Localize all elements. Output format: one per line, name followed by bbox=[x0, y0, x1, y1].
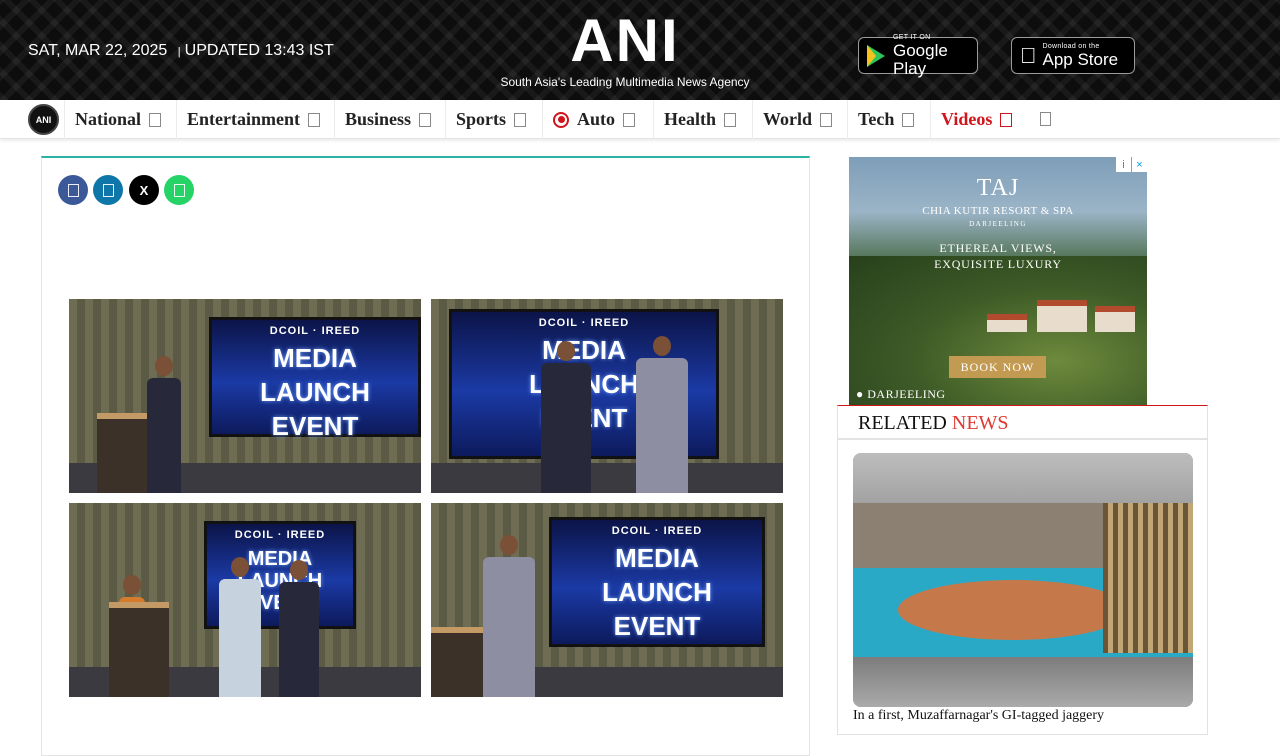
ad-close-icon[interactable]: × bbox=[1132, 157, 1147, 172]
nav-item-auto[interactable]: Auto bbox=[542, 100, 654, 139]
ad-place: DARJEELING bbox=[969, 220, 1027, 228]
chevron-down-icon[interactable] bbox=[724, 112, 736, 127]
nav-label: Health bbox=[664, 109, 716, 129]
related-news-link[interactable]: In a first, Muzaffarnagar's GI-tagged ja… bbox=[853, 708, 1193, 724]
date-line: SAT, MAR 22, 2025 | UPDATED 13:43 IST bbox=[28, 42, 334, 60]
chevron-down-icon[interactable] bbox=[149, 112, 162, 127]
current-date: SAT, MAR 22, 2025 bbox=[28, 42, 168, 59]
chevron-down-icon[interactable] bbox=[1000, 112, 1013, 127]
article-photo-collage[interactable]: DCOIL · IREED MEDIA LAUNCH EVENT DCOIL ·… bbox=[69, 299, 783, 697]
person-figure bbox=[541, 341, 591, 493]
ad-book-now-button[interactable]: BOOK NOW bbox=[949, 356, 1046, 378]
updated-time: UPDATED 13:43 IST bbox=[184, 42, 334, 59]
person-figure bbox=[219, 557, 261, 697]
related-news-panel: RELATED NEWS In a first, Muzaffarnagar's… bbox=[837, 405, 1208, 735]
ad-location-label: DARJEELING bbox=[867, 387, 946, 401]
more-menu-icon[interactable] bbox=[1040, 112, 1051, 126]
logo-text[interactable]: ANI bbox=[490, 8, 760, 74]
nav-item-tech[interactable]: Tech bbox=[847, 100, 931, 139]
nav-label: Business bbox=[345, 109, 412, 129]
chevron-down-icon[interactable] bbox=[514, 112, 527, 127]
screen-headline: LAUNCH bbox=[602, 577, 712, 607]
person-figure bbox=[483, 535, 535, 697]
speaker-figure bbox=[147, 356, 181, 493]
nav-item-entertainment[interactable]: Entertainment bbox=[176, 100, 335, 139]
podium bbox=[109, 602, 169, 697]
collage-photo-2: DCOIL · IREED MEDIA LAUNCH EVENT bbox=[431, 299, 783, 493]
advertisement[interactable]: TAJ CHIA KUTIR RESORT & SPA DARJEELING E… bbox=[849, 157, 1147, 406]
nav-item-videos[interactable]: Videos bbox=[930, 100, 1022, 139]
nav-label: National bbox=[75, 109, 142, 129]
google-play-button[interactable]: GET IT ON Google Play bbox=[858, 34, 978, 77]
whatsapp-icon bbox=[173, 183, 185, 197]
google-play-icon bbox=[867, 44, 885, 67]
nav-item-national[interactable]: National bbox=[64, 100, 177, 139]
x-icon: X bbox=[139, 182, 149, 198]
chevron-down-icon[interactable] bbox=[419, 112, 432, 127]
nav-label: Sports bbox=[456, 109, 507, 129]
ad-brand: TAJ bbox=[976, 175, 1020, 201]
facebook-share-button[interactable] bbox=[58, 175, 88, 205]
logo-tagline: South Asia's Leading Multimedia News Age… bbox=[500, 75, 750, 89]
screen-headline: LAUNCH bbox=[260, 377, 370, 407]
screen-headline: MEDIA bbox=[615, 543, 699, 573]
linkedin-share-button[interactable] bbox=[93, 175, 123, 205]
event-screen: DCOIL · IREED MEDIA LAUNCH EVENT bbox=[209, 317, 421, 441]
ad-location: ● DARJEELING bbox=[856, 387, 946, 402]
nav-item-sports[interactable]: Sports bbox=[445, 100, 543, 139]
related-news-image[interactable] bbox=[853, 453, 1193, 707]
ad-resort-name: CHIA KUTIR RESORT & SPA bbox=[922, 205, 1074, 217]
app-store-label: App Store bbox=[1026, 49, 1119, 69]
collage-photo-1: DCOIL · IREED MEDIA LAUNCH EVENT bbox=[69, 299, 421, 493]
nav-item-business[interactable]: Business bbox=[334, 100, 446, 139]
x-share-button[interactable]: X bbox=[129, 175, 159, 205]
nav-label: Entertainment bbox=[187, 109, 300, 129]
linkedin-icon bbox=[102, 183, 114, 197]
google-play-label: Google Play bbox=[893, 40, 948, 78]
nav-item-health[interactable]: Health bbox=[653, 100, 753, 139]
related-news-heading: RELATED NEWS bbox=[838, 406, 1207, 440]
nav-home-logo[interactable]: ANI bbox=[28, 104, 59, 135]
app-store-button[interactable]:  Download on the App Store bbox=[1011, 37, 1135, 74]
article-panel: X DCOIL · IREED MEDIA LAUNCH EVENT DCOIL… bbox=[41, 156, 810, 756]
ad-info-icon[interactable]: i bbox=[1116, 157, 1131, 172]
screen-brand: DCOIL · IREED bbox=[538, 317, 630, 329]
screen-brand: DCOIL · IREED bbox=[611, 525, 703, 537]
screen-brand: DCOIL · IREED bbox=[234, 529, 326, 541]
event-screen: DCOIL · IREED MEDIA LAUNCH EVENT bbox=[549, 517, 765, 647]
screen-headline: MEDIA bbox=[273, 343, 357, 373]
date-separator: | bbox=[177, 46, 181, 58]
nav-label: Videos bbox=[941, 109, 993, 129]
ad-headline-2: EXQUISITE LUXURY bbox=[934, 257, 1062, 271]
nav-label: Auto bbox=[577, 109, 616, 129]
person-figure bbox=[279, 560, 319, 697]
heading-part: RELATED bbox=[858, 412, 952, 434]
nav-label: Tech bbox=[858, 109, 895, 129]
nav-label: World bbox=[763, 109, 813, 129]
chevron-down-icon[interactable] bbox=[307, 112, 320, 127]
top-header: SAT, MAR 22, 2025 | UPDATED 13:43 IST ANI… bbox=[0, 0, 1280, 100]
nav-item-world[interactable]: World bbox=[752, 100, 848, 139]
site-logo[interactable]: ANI South Asia's Leading Multimedia News… bbox=[490, 8, 760, 90]
main-nav: ANI National Entertainment Business Spor… bbox=[0, 100, 1280, 139]
chevron-down-icon[interactable] bbox=[820, 112, 833, 127]
collage-photo-4: DCOIL · IREED MEDIA LAUNCH EVENT bbox=[431, 503, 783, 697]
live-dot-icon bbox=[553, 111, 569, 128]
facebook-icon bbox=[67, 183, 79, 197]
person-figure bbox=[636, 336, 688, 493]
ad-headline-1: ETHEREAL VIEWS, bbox=[939, 241, 1057, 255]
screen-brand: DCOIL · IREED bbox=[269, 325, 361, 337]
ad-resort-buildings bbox=[987, 292, 1137, 332]
chevron-down-icon[interactable] bbox=[902, 112, 915, 127]
heading-accent: NEWS bbox=[951, 412, 1009, 434]
chevron-down-icon[interactable] bbox=[623, 112, 636, 127]
collage-photo-3: DCOIL · IREED MEDIA LAUNCH EVENT bbox=[69, 503, 421, 697]
screen-headline: EVENT bbox=[271, 411, 359, 441]
screen-headline: EVENT bbox=[613, 611, 701, 641]
location-pin-icon: ● bbox=[856, 387, 864, 401]
whatsapp-share-button[interactable] bbox=[164, 175, 194, 205]
apple-icon:  bbox=[1020, 44, 1037, 67]
